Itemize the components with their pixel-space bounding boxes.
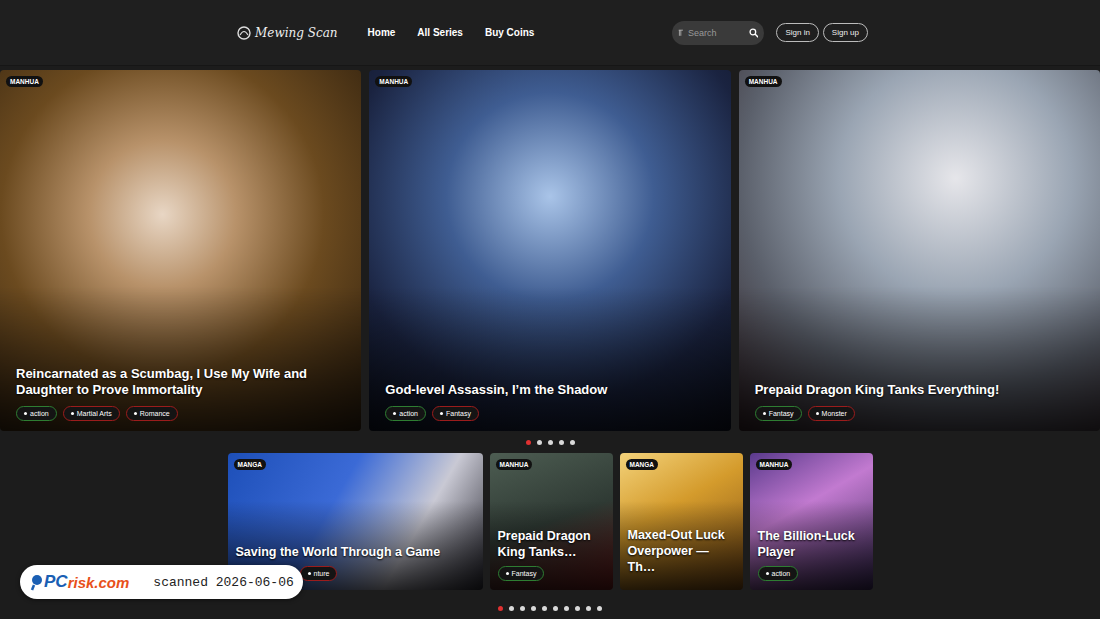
tag-dot bbox=[134, 412, 137, 415]
carousel-dot[interactable] bbox=[548, 440, 553, 445]
genre-tag[interactable]: action bbox=[385, 406, 426, 421]
tag-dot bbox=[816, 412, 819, 415]
magnifier-icon bbox=[30, 573, 44, 591]
featured-card[interactable]: MANHUA Prepaid Dragon King Tanks… Fantasy bbox=[490, 453, 613, 590]
featured-card[interactable]: MANHUA The Billion-Luck Player action bbox=[750, 453, 873, 590]
carousel-dot[interactable] bbox=[542, 606, 547, 611]
carousel-dot[interactable] bbox=[537, 440, 542, 445]
watermark: PCrisk.com scanned 2026-06-06 bbox=[20, 565, 303, 599]
type-badge: MANHUA bbox=[745, 76, 782, 87]
tag-label[interactable]: Fantasy bbox=[769, 410, 794, 417]
type-badge: MANGA bbox=[234, 459, 267, 470]
carousel-dot[interactable] bbox=[597, 606, 602, 611]
tag-label[interactable]: Monster bbox=[822, 410, 847, 417]
tag-list: Fantasy Monster bbox=[755, 406, 1084, 421]
genre-tag[interactable]: Romance bbox=[126, 406, 178, 421]
card-title[interactable]: Saving the World Through a Game bbox=[236, 544, 475, 560]
carousel-dot[interactable] bbox=[531, 606, 536, 611]
tag-label[interactable]: action bbox=[399, 410, 418, 417]
brand-pc: PC bbox=[44, 572, 68, 592]
nav-link[interactable]: All Series bbox=[417, 27, 463, 38]
main-nav: Home All Series Buy Coins bbox=[368, 27, 535, 38]
card-title[interactable]: The Billion-Luck Player bbox=[758, 528, 865, 560]
logo[interactable]: Mewing Scan bbox=[236, 25, 338, 41]
tag-dot bbox=[440, 412, 443, 415]
tag-dot bbox=[763, 412, 766, 415]
featured-card[interactable]: MANGA Maxed-Out Luck Overpower — Th… bbox=[620, 453, 743, 590]
hero-card[interactable]: MANHUA Reincarnated as a Scumbag, I Use M… bbox=[0, 70, 361, 431]
genre-tag[interactable]: Fantasy bbox=[432, 406, 479, 421]
genre-tag[interactable]: action bbox=[758, 566, 799, 581]
carousel-dot[interactable] bbox=[498, 606, 503, 611]
search-input[interactable] bbox=[688, 28, 744, 38]
type-badge: MANHUA bbox=[756, 459, 793, 470]
tag-label[interactable]: action bbox=[30, 410, 49, 417]
carousel-dot[interactable] bbox=[509, 606, 514, 611]
scan-date: scanned 2026-06-06 bbox=[153, 575, 293, 590]
site-header: Mewing Scan Home All Series Buy Coins Sign… bbox=[0, 0, 1100, 66]
tag-dot bbox=[308, 572, 311, 575]
nav-link[interactable]: Home bbox=[368, 27, 396, 38]
genre-tag[interactable]: action bbox=[16, 406, 57, 421]
logo-text[interactable]: Mewing Scan bbox=[255, 26, 338, 40]
tag-dot bbox=[766, 572, 769, 575]
genre-tag[interactable]: Fantasy bbox=[755, 406, 802, 421]
carousel-dot[interactable] bbox=[553, 606, 558, 611]
genre-tag[interactable]: Fantasy bbox=[498, 566, 545, 581]
brand-rest: risk.com bbox=[68, 574, 130, 591]
tag-label[interactable]: Martial Arts bbox=[77, 410, 112, 417]
tag-label[interactable]: nture bbox=[314, 570, 330, 577]
type-badge: MANGA bbox=[626, 459, 659, 470]
hero-card[interactable]: MANHUA Prepaid Dragon King Tanks Everythi… bbox=[739, 70, 1100, 431]
carousel-dot[interactable] bbox=[586, 606, 591, 611]
card-title[interactable]: Prepaid Dragon King Tanks… bbox=[498, 528, 605, 560]
search-icon[interactable] bbox=[749, 26, 759, 40]
sign-up-button[interactable]: Sign up bbox=[823, 23, 868, 42]
genre-tag[interactable]: Monster bbox=[808, 406, 855, 421]
auth-buttons: Sign in Sign up bbox=[776, 23, 868, 42]
search-box[interactable] bbox=[672, 21, 764, 45]
card-title[interactable]: God-level Assassin, I’m the Shadow bbox=[385, 382, 714, 398]
tag-dot bbox=[506, 572, 509, 575]
carousel-dot[interactable] bbox=[559, 440, 564, 445]
tag-dot bbox=[71, 412, 74, 415]
logo-icon bbox=[236, 25, 252, 41]
card-title[interactable]: Maxed-Out Luck Overpower — Th… bbox=[628, 527, 735, 575]
tag-label[interactable]: action bbox=[772, 570, 791, 577]
carousel-dot[interactable] bbox=[575, 606, 580, 611]
hero-carousel: MANHUA Reincarnated as a Scumbag, I Use M… bbox=[0, 70, 1100, 431]
genre-tag[interactable]: Martial Arts bbox=[63, 406, 120, 421]
tag-dot bbox=[393, 412, 396, 415]
type-badge: MANHUA bbox=[496, 459, 533, 470]
filter-icon[interactable] bbox=[678, 28, 684, 38]
tag-label[interactable]: Fantasy bbox=[446, 410, 471, 417]
carousel-dot[interactable] bbox=[526, 440, 531, 445]
type-badge: MANHUA bbox=[6, 76, 43, 87]
hero-card[interactable]: MANHUA God-level Assassin, I’m the Shadow… bbox=[369, 70, 730, 431]
carousel-dot[interactable] bbox=[520, 606, 525, 611]
tag-list: Fantasy bbox=[498, 566, 605, 581]
nav-link[interactable]: Buy Coins bbox=[485, 27, 534, 38]
carousel-dot[interactable] bbox=[564, 606, 569, 611]
genre-tag[interactable]: nture bbox=[300, 566, 338, 581]
tag-label[interactable]: Fantasy bbox=[512, 570, 537, 577]
type-badge: MANHUA bbox=[375, 76, 412, 87]
tag-list: action bbox=[758, 566, 865, 581]
tag-label[interactable]: Romance bbox=[140, 410, 170, 417]
hero-dots bbox=[0, 431, 1100, 453]
watermark-logo: PCrisk.com bbox=[30, 572, 129, 592]
card-title[interactable]: Prepaid Dragon King Tanks Everything! bbox=[755, 382, 1084, 398]
tag-list: action Martial Arts Romance bbox=[16, 406, 345, 421]
sign-in-button[interactable]: Sign in bbox=[776, 23, 818, 42]
tag-list: action Fantasy bbox=[385, 406, 714, 421]
card-title[interactable]: Reincarnated as a Scumbag, I Use My Wife… bbox=[16, 366, 345, 398]
carousel-dot[interactable] bbox=[570, 440, 575, 445]
tag-dot bbox=[24, 412, 27, 415]
